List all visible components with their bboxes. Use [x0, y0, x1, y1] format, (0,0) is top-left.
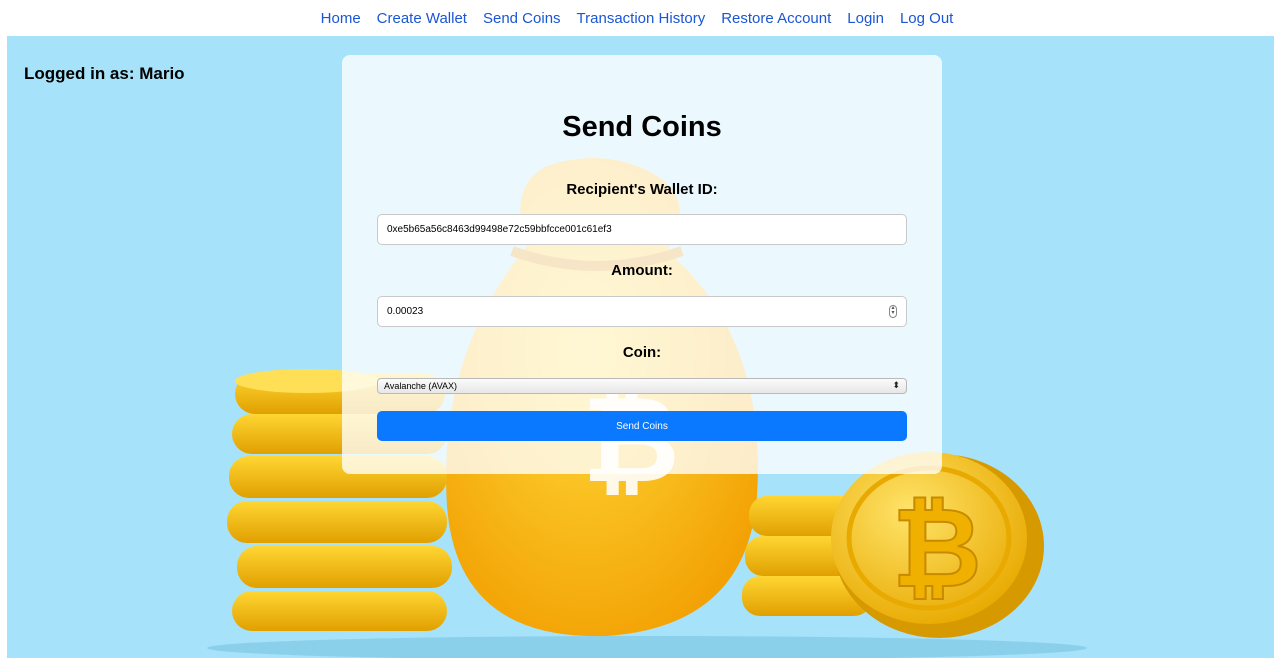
amount-value: 0.00023 — [387, 306, 424, 317]
nav-transaction-history-link[interactable]: Transaction History — [577, 10, 706, 27]
select-arrows-icon: ⬍ — [892, 380, 900, 390]
nav-restore-account-link[interactable]: Restore Account — [721, 10, 831, 27]
nav-home-link[interactable]: Home — [321, 10, 361, 27]
coin-label: Coin: — [622, 344, 662, 361]
amount-label: Amount: — [611, 262, 673, 279]
recipient-wallet-input[interactable]: 0xe5b65a56c8463d99498e72c59bbfcce001c61e… — [377, 214, 907, 245]
coin-selected-value: Avalanche (AVAX) — [384, 381, 458, 391]
nav-login-link[interactable]: Login — [847, 10, 884, 27]
amount-input[interactable]: 0.00023 ▴ ▾ — [377, 296, 907, 327]
send-coins-form-card: Send Coins Recipient's Wallet ID: 0xe5b6… — [342, 55, 942, 474]
page-background: ₿ ₿ Logged in as: Mario Send Coins Recip… — [7, 36, 1274, 658]
top-navigation: Home Create Wallet Send Coins Transactio… — [0, 0, 1274, 36]
nav-logout-link[interactable]: Log Out — [900, 10, 953, 27]
amount-stepper-icon[interactable]: ▴ ▾ — [889, 305, 897, 318]
logged-in-user-label: Logged in as: Mario — [24, 64, 185, 83]
coin-select[interactable]: Avalanche (AVAX) ⬍ — [377, 378, 907, 394]
recipient-label: Recipient's Wallet ID: — [566, 181, 718, 198]
nav-create-wallet-link[interactable]: Create Wallet — [377, 10, 467, 27]
nav-send-coins-link[interactable]: Send Coins — [483, 10, 561, 27]
send-coins-button[interactable]: Send Coins — [377, 411, 907, 441]
page-title: Send Coins — [562, 111, 722, 143]
svg-text:₿: ₿ — [892, 484, 982, 612]
